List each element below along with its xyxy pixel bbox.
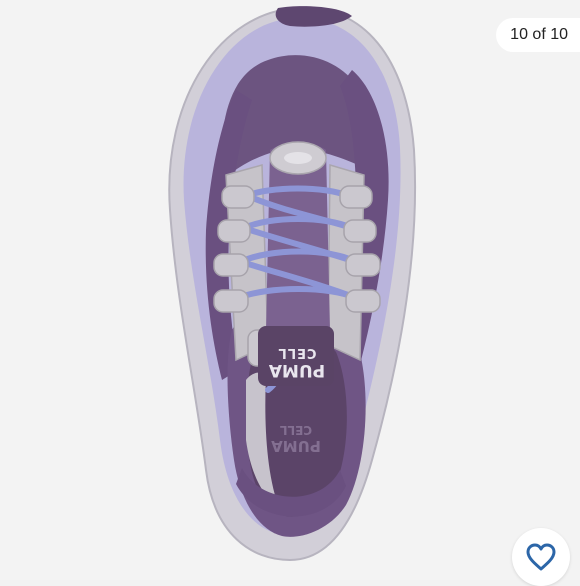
product-photo xyxy=(0,0,580,580)
image-counter-text: 10 of 10 xyxy=(510,26,568,43)
model-print: CELL xyxy=(277,345,317,360)
tongue-logo: PUMA CELL xyxy=(262,332,332,380)
brand-print: PUMA xyxy=(268,360,326,380)
like-button[interactable] xyxy=(512,528,570,586)
insole-model-print: CELL xyxy=(279,423,313,437)
image-counter: 10 of 10 xyxy=(496,18,580,52)
insole-brand-print: PUMA xyxy=(271,437,321,455)
heart-outline-icon xyxy=(526,543,556,571)
image-gallery[interactable]: PUMA CELL PUMA CELL xyxy=(0,0,580,580)
insole-logo: PUMA CELL xyxy=(266,405,326,455)
